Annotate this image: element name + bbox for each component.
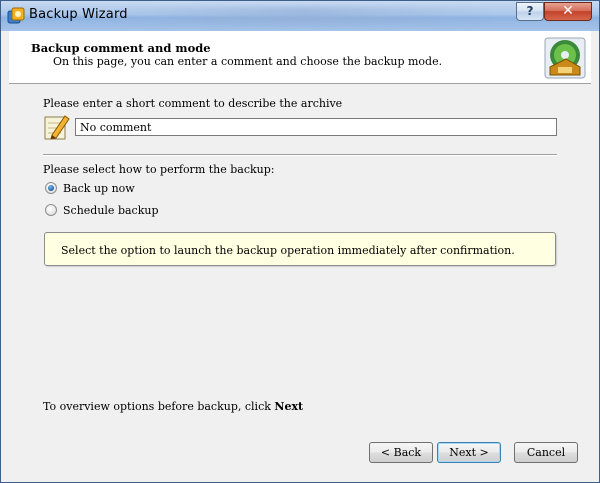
next-button[interactable]: Next > xyxy=(437,442,501,463)
wizard-header: Backup comment and mode On this page, yo… xyxy=(9,31,591,84)
window-title: Backup Wizard xyxy=(29,7,128,22)
overview-hint-text: To overview options before backup, click xyxy=(43,400,275,413)
back-button[interactable]: < Back xyxy=(369,442,433,463)
wizard-content: Backup comment and mode On this page, yo… xyxy=(9,31,591,474)
overview-hint-next: Next xyxy=(274,400,304,413)
page-title: Backup comment and mode xyxy=(31,41,211,55)
help-button[interactable]: ? xyxy=(516,2,544,21)
backup-disc-icon xyxy=(544,37,586,79)
mode-description-box: Select the option to launch the backup o… xyxy=(44,232,556,266)
comment-input[interactable] xyxy=(75,118,557,136)
backup-wizard-window: Backup Wizard ? ✕ Backup comment and mod… xyxy=(0,0,600,483)
schedule-backup-radio[interactable] xyxy=(45,204,57,216)
backup-app-icon xyxy=(7,7,25,24)
page-subtitle: On this page, you can enter a comment an… xyxy=(53,55,443,68)
back-up-now-radio[interactable] xyxy=(45,182,57,194)
title-bar-glass xyxy=(111,7,491,25)
cancel-button[interactable]: Cancel xyxy=(514,442,578,463)
comment-label: Please enter a short comment to describe… xyxy=(43,97,343,110)
back-up-now-label[interactable]: Back up now xyxy=(63,182,135,195)
mode-description-text: Select the option to launch the backup o… xyxy=(61,244,515,257)
pencil-note-icon xyxy=(44,115,70,140)
title-bar[interactable]: Backup Wizard ? ✕ xyxy=(1,1,599,31)
overview-hint: To overview options before backup, click… xyxy=(43,400,303,413)
section-divider xyxy=(43,154,557,156)
schedule-backup-label[interactable]: Schedule backup xyxy=(63,204,159,217)
backup-mode-label: Please select how to perform the backup: xyxy=(43,163,275,176)
close-button[interactable]: ✕ xyxy=(544,2,592,21)
